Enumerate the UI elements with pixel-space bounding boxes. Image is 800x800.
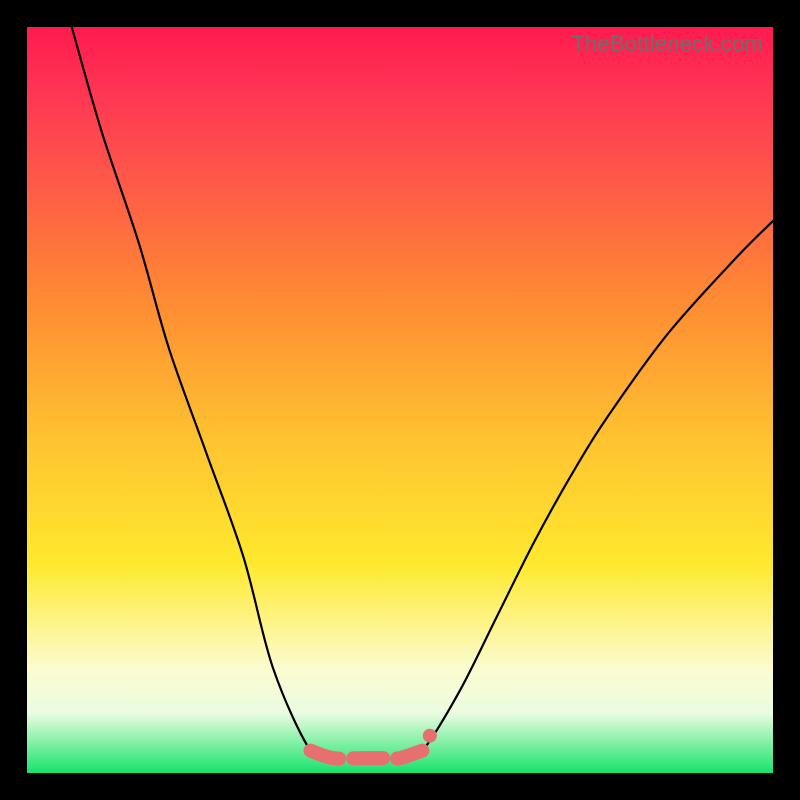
chart-svg bbox=[27, 27, 773, 773]
highlight-markers bbox=[310, 729, 436, 759]
curve-right bbox=[400, 221, 773, 758]
marker-stroke bbox=[310, 751, 422, 759]
curve-left bbox=[72, 27, 333, 759]
marker-dot bbox=[423, 729, 437, 743]
chart-plot-area: TheBottleneck.com bbox=[27, 27, 773, 773]
